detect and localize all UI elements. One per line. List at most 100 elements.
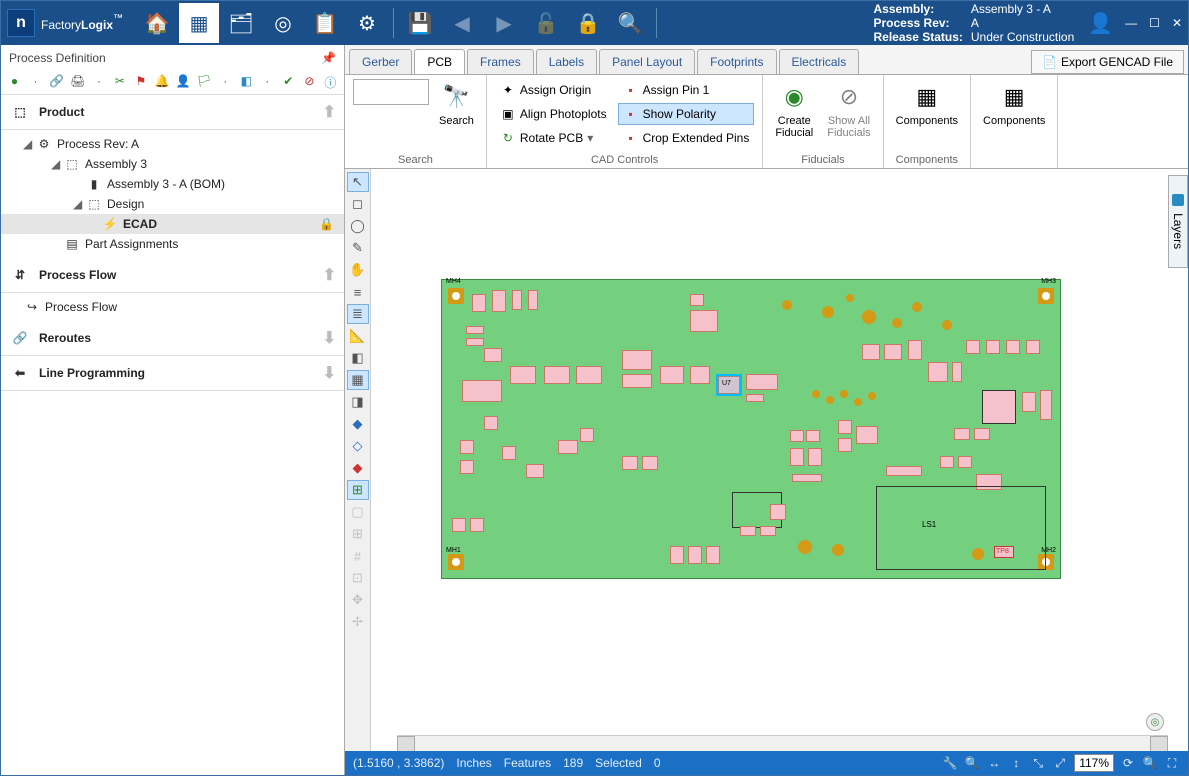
section-reroutes[interactable]: 🔗 Reroutes ⬇ xyxy=(1,321,344,356)
assign-origin-button[interactable]: ✦Assign Origin xyxy=(495,79,612,101)
unlock-icon[interactable]: 🔓 xyxy=(526,3,566,43)
lock-icon[interactable]: 🔒 xyxy=(568,3,608,43)
no-icon[interactable]: ⊘ xyxy=(302,74,317,91)
ok-icon[interactable]: ✔ xyxy=(281,74,296,91)
clipboard-icon[interactable]: 📋 xyxy=(305,3,345,43)
status-selected-label: Selected xyxy=(595,756,642,770)
add-icon[interactable]: ● xyxy=(7,74,22,91)
dim2-icon[interactable]: ⊞ xyxy=(347,524,369,544)
toggle-icon[interactable]: ◧ xyxy=(347,348,369,368)
show-polarity-button[interactable]: ▪Show Polarity xyxy=(618,103,755,125)
home-icon[interactable]: 🏠 xyxy=(137,3,177,43)
red-icon[interactable]: ◆ xyxy=(347,458,369,478)
ribbon: 🔭 Search Search ✦Assign Origin ▣Align Ph… xyxy=(345,75,1188,169)
minimize-icon[interactable]: — xyxy=(1125,16,1137,30)
tree-assembly[interactable]: ◢⬚Assembly 3 xyxy=(1,154,344,174)
create-fiducial-button[interactable]: ◉ Create Fiducial xyxy=(771,79,817,141)
hand-icon[interactable]: ✋ xyxy=(347,260,369,280)
save-icon[interactable]: 💾 xyxy=(400,3,440,43)
blue1-icon[interactable]: ◆ xyxy=(347,414,369,434)
search-button[interactable]: 🔭 Search xyxy=(435,79,478,129)
tree-process-flow[interactable]: ↪Process Flow xyxy=(1,297,344,317)
search-input[interactable] xyxy=(353,79,429,105)
blue2-icon[interactable]: ◇ xyxy=(347,436,369,456)
globe-icon[interactable]: ◎ xyxy=(263,3,303,43)
marquee-icon[interactable]: ◻ xyxy=(347,194,369,214)
pad xyxy=(892,318,902,328)
back-icon[interactable]: ◀ xyxy=(442,3,482,43)
zoom-value[interactable]: 117% xyxy=(1074,754,1114,772)
tree-process-rev[interactable]: ◢⚙Process Rev: A xyxy=(1,134,344,154)
link-icon[interactable]: 🔗 xyxy=(49,74,64,91)
forward-icon[interactable]: ▶ xyxy=(484,3,524,43)
gear-icon[interactable]: ⚙ xyxy=(347,3,387,43)
find-person-icon[interactable]: 🔍 xyxy=(610,3,650,43)
flag2-icon[interactable]: 🏳 xyxy=(196,74,211,91)
grid-icon[interactable]: ▦ xyxy=(179,3,219,43)
zoom-fit-icon[interactable]: ⛶ xyxy=(1164,755,1180,771)
tree-ecad[interactable]: ⚡ECAD🔒 xyxy=(1,214,344,234)
horizontal-scrollbar[interactable] xyxy=(397,735,1168,751)
info-icon[interactable]: ⓘ xyxy=(323,74,338,91)
section-product[interactable]: ⬚ Product ⬆ xyxy=(1,95,344,130)
section-process-flow[interactable]: ⇵ Process Flow ⬆ xyxy=(1,258,344,293)
tree-parts[interactable]: ▤Part Assignments xyxy=(1,234,344,254)
rotate-pcb-button[interactable]: ↻Rotate PCB ▾ xyxy=(495,127,612,149)
fit-view-button[interactable]: ◎ xyxy=(1146,713,1164,731)
maximize-icon[interactable]: ☐ xyxy=(1149,16,1160,30)
status-tool4-icon[interactable]: ↕ xyxy=(1008,755,1024,771)
status-tool5-icon[interactable]: ⤡ xyxy=(1030,755,1046,771)
status-tool3-icon[interactable]: ↔ xyxy=(986,755,1002,771)
tab-frames[interactable]: Frames xyxy=(467,49,534,74)
status-tool2-icon[interactable]: 🔍 xyxy=(964,755,980,771)
pin-icon[interactable]: 📌 xyxy=(321,51,336,65)
components-button-2[interactable]: ▦ Components xyxy=(979,79,1049,129)
tab-labels[interactable]: Labels xyxy=(536,49,597,74)
user-icon[interactable]: 👤 xyxy=(1088,11,1113,36)
move-icon[interactable]: ✥ xyxy=(347,590,369,610)
dim1-icon[interactable]: ▢ xyxy=(347,502,369,522)
user-small-icon[interactable]: 👤 xyxy=(175,74,190,91)
tab-panel-layout[interactable]: Panel Layout xyxy=(599,49,695,74)
cut-icon[interactable]: ✂ xyxy=(112,74,127,91)
bars2-icon[interactable]: ≣ xyxy=(347,304,369,324)
crop-pins-button[interactable]: ▪Crop Extended Pins xyxy=(618,127,755,149)
pcb-viewport[interactable]: MH4 MH3 MH1 MH2 xyxy=(371,169,1188,751)
layers-icon[interactable]: 🗂 xyxy=(221,3,261,43)
measure-icon[interactable]: 📐 xyxy=(347,326,369,346)
align-photoplots-button[interactable]: ▣Align Photoplots xyxy=(495,103,612,125)
grid-icon[interactable]: ▦ xyxy=(347,370,369,390)
box-icon[interactable]: ◧ xyxy=(239,74,254,91)
tab-footprints[interactable]: Footprints xyxy=(697,49,776,74)
status-tool1-icon[interactable]: 🔧 xyxy=(942,755,958,771)
dim4-icon[interactable]: ⊡ xyxy=(347,568,369,588)
pointer-icon[interactable]: ↖ xyxy=(347,172,369,192)
zoom-reset-icon[interactable]: ⟳ xyxy=(1120,755,1136,771)
bell-icon[interactable]: 🔔 xyxy=(154,74,169,91)
close-icon[interactable]: ✕ xyxy=(1172,16,1182,30)
flag-icon[interactable]: ⚑ xyxy=(133,74,148,91)
components-button[interactable]: ▦ Components xyxy=(892,79,962,129)
zoom-in-icon[interactable]: 🔍 xyxy=(1142,755,1158,771)
comp xyxy=(690,366,710,384)
wand-icon[interactable]: ✎ xyxy=(347,238,369,258)
status-selected-value: 0 xyxy=(654,756,661,770)
assign-pin1-button[interactable]: ▪Assign Pin 1 xyxy=(618,79,755,101)
tab-electricals[interactable]: Electricals xyxy=(779,49,860,74)
lasso-icon[interactable]: ◯ xyxy=(347,216,369,236)
status-tool6-icon[interactable]: ⤢ xyxy=(1052,755,1068,771)
quad-icon[interactable]: ⊞ xyxy=(347,480,369,500)
tab-pcb[interactable]: PCB xyxy=(414,49,465,74)
export-gencad-button[interactable]: 📄 Export GENCAD File xyxy=(1031,50,1184,74)
dim3-icon[interactable]: # xyxy=(347,546,369,566)
tab-gerber[interactable]: Gerber xyxy=(349,49,412,74)
section-line-programming[interactable]: ⬅ Line Programming ⬇ xyxy=(1,356,344,391)
bars-icon[interactable]: ≡ xyxy=(347,282,369,302)
tree-bom[interactable]: ▮Assembly 3 - A (BOM) xyxy=(1,174,344,194)
layer-icon[interactable]: ◨ xyxy=(347,392,369,412)
show-all-fiducials-button[interactable]: ⊘ Show All Fiducials xyxy=(823,79,874,141)
tree-design[interactable]: ◢⬚Design xyxy=(1,194,344,214)
layers-panel-tab[interactable]: Layers xyxy=(1168,175,1188,268)
move2-icon[interactable]: ✢ xyxy=(347,612,369,632)
print-icon[interactable]: 🖨 xyxy=(70,74,85,91)
